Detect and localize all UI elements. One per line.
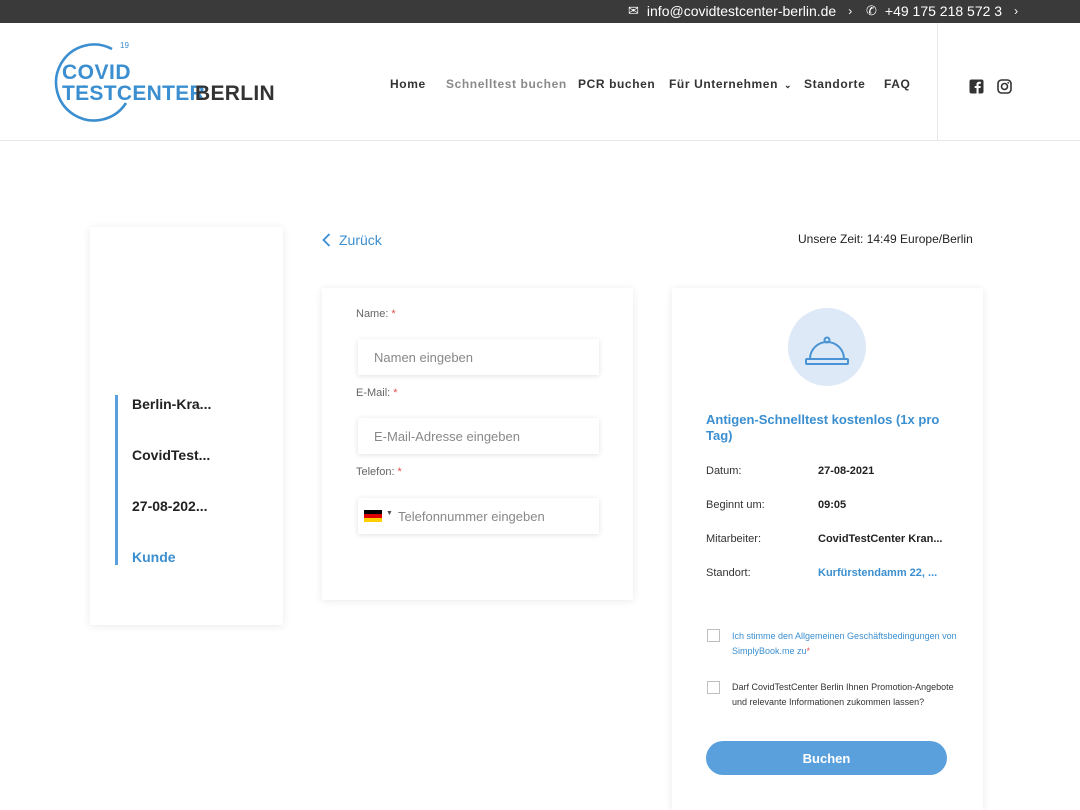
logo-line-testcenter: TESTCENTER: [62, 82, 206, 105]
nav-home[interactable]: Home: [390, 77, 426, 91]
nav-pcr-buchen[interactable]: PCR buchen: [578, 77, 655, 91]
germany-flag-icon[interactable]: [364, 510, 382, 522]
email-label: E-Mail: *: [356, 387, 398, 399]
current-time: Unsere Zeit: 14:49 Europe/Berlin: [798, 232, 973, 246]
date-value: 27-08-2021: [818, 465, 875, 477]
booking-summary: Antigen-Schnelltest kostenlos (1x pro Ta…: [672, 288, 983, 810]
logo-line-berlin: BERLIN: [195, 82, 275, 105]
chevron-left-icon: [322, 233, 331, 247]
name-label: Name: *: [356, 308, 396, 320]
chevron-right-icon: ›: [848, 4, 853, 18]
date-key: Datum:: [706, 465, 742, 477]
phone-link[interactable]: ✆ +49 175 218 572 3 ›: [866, 3, 1018, 19]
promo-text: Darf CovidTestCenter Berlin Ihnen Promot…: [732, 682, 954, 707]
caret-down-icon[interactable]: ▼: [386, 510, 393, 517]
top-contact-bar: ✉ info@covidtestcenter-berlin.de › ✆ +49…: [0, 0, 1080, 23]
location-value[interactable]: Kurfürstendamm 22, ...: [818, 567, 937, 579]
email-label-text: E-Mail:: [356, 387, 391, 399]
required-mark: *: [397, 466, 402, 478]
terms-label: Ich stimme den Allgemeinen Geschäftsbedi…: [732, 631, 957, 656]
customer-form: Name:* E-Mail:* Telefon:* ▼: [322, 288, 633, 600]
promo-checkbox[interactable]: [707, 681, 720, 694]
book-button[interactable]: Buchen: [706, 741, 947, 775]
phone-input[interactable]: [358, 498, 599, 534]
envelope-icon: ✉: [628, 3, 639, 18]
nav-standorte[interactable]: Standorte: [804, 77, 865, 91]
step-date[interactable]: 27-08-202...: [132, 498, 208, 514]
chevron-right-icon: ›: [1014, 4, 1019, 18]
email-link[interactable]: ✉ info@covidtestcenter-berlin.de ›: [628, 3, 852, 19]
chevron-down-icon: ⌄: [784, 80, 793, 90]
location-key: Standort:: [706, 567, 751, 579]
staff-key: Mitarbeiter:: [706, 533, 762, 545]
terms-checkbox[interactable]: [707, 629, 720, 642]
step-location[interactable]: Berlin-Kra...: [132, 396, 211, 412]
email-input[interactable]: [358, 418, 599, 454]
required-mark: *: [391, 308, 396, 320]
email-text: info@covidtestcenter-berlin.de: [646, 3, 837, 19]
required-mark: *: [393, 387, 398, 399]
back-link[interactable]: Zurück: [322, 232, 382, 248]
staff-value: CovidTestCenter Kran...: [818, 533, 943, 545]
name-label-text: Name:: [356, 308, 389, 320]
start-time-key: Beginnt um:: [706, 499, 765, 511]
booking-steps-sidebar: Berlin-Kra... CovidTest... 27-08-202... …: [90, 227, 283, 625]
instagram-icon[interactable]: [997, 79, 1012, 94]
step-customer[interactable]: Kunde: [132, 549, 176, 565]
nav-schnelltest-buchen[interactable]: Schnelltest buchen: [446, 77, 567, 91]
start-time-value: 09:05: [818, 499, 847, 511]
header-divider: [937, 23, 938, 141]
name-input[interactable]: [358, 339, 599, 375]
service-icon-badge: [788, 308, 866, 386]
required-mark: *: [806, 646, 811, 656]
phone-label: Telefon: *: [356, 466, 402, 478]
phone-label-text: Telefon:: [356, 466, 395, 478]
nav-faq[interactable]: FAQ: [884, 77, 910, 91]
site-header: 19 COVID TESTCENTER BERLIN Home Schnellt…: [0, 23, 1080, 141]
steps-progress-bar: [115, 395, 118, 565]
facebook-icon[interactable]: [969, 79, 984, 94]
nav-fuer-unternehmen[interactable]: Für Unternehmen ⌄: [669, 77, 792, 91]
nav-fuer-unternehmen-label: Für Unternehmen: [669, 77, 779, 91]
phone-text: +49 175 218 572 3: [884, 3, 1003, 19]
logo-superscript: 19: [120, 41, 129, 50]
terms-text[interactable]: Ich stimme den Allgemeinen Geschäftsbedi…: [732, 629, 957, 659]
service-title: Antigen-Schnelltest kostenlos (1x pro Ta…: [706, 412, 940, 443]
site-logo[interactable]: 19 COVID TESTCENTER BERLIN: [50, 41, 280, 123]
back-label: Zurück: [339, 232, 382, 248]
phone-icon: ✆: [866, 3, 877, 18]
service-bell-icon: [805, 336, 849, 365]
step-provider[interactable]: CovidTest...: [132, 447, 210, 463]
